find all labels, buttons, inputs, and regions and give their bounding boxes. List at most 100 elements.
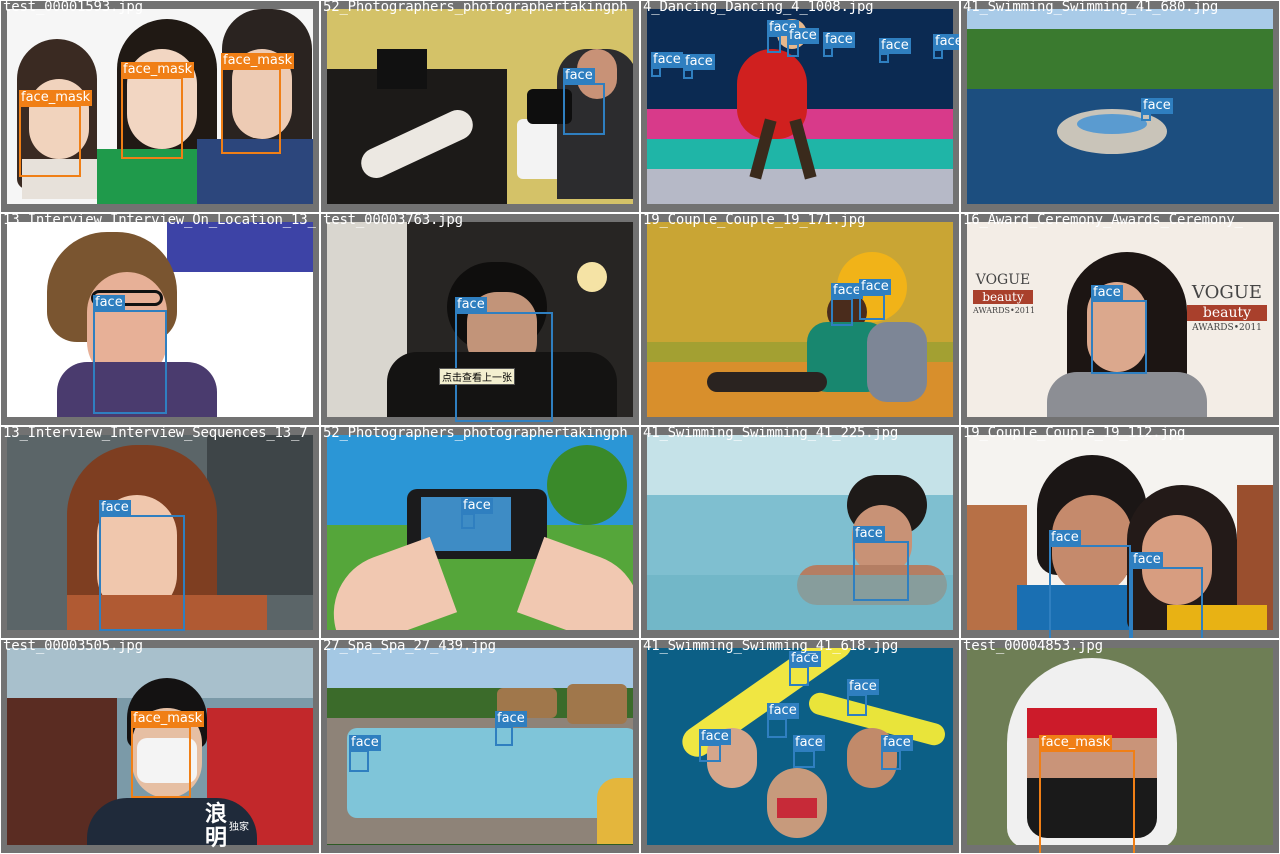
image-filename: test_00001593.jpg [3, 0, 143, 15]
image-filename: 13_Interview_Interview_On_Location_13_ [3, 213, 316, 228]
box-label: face [793, 735, 825, 751]
image-tile: 27_Spa_Spa_27_439.jpg face face [320, 639, 640, 854]
face-box: face [99, 500, 185, 631]
image-tile: 41_Swimming_Swimming_41_225.jpg face [640, 426, 960, 639]
box-label: face [859, 279, 891, 295]
image-filename: 52_Photographers_photographertakingph [323, 426, 628, 441]
image-filename: 52_Photographers_photographertakingph [323, 0, 628, 15]
image-tile: 13_Interview_Interview_Sequences_13_7 fa… [0, 426, 320, 639]
face-box: face [767, 20, 799, 53]
box-label: face_mask [121, 62, 195, 78]
image-tile: 52_Photographers_photographertakingph fa… [320, 426, 640, 639]
image-filename: 27_Spa_Spa_27_439.jpg [323, 639, 496, 654]
box-label: face [847, 679, 879, 695]
box-label: face [1141, 98, 1173, 114]
watermark-logo: 明 [205, 826, 228, 851]
face-box: face [683, 54, 715, 79]
box-label: face [495, 711, 527, 727]
image-filename: 19_Couple_Couple_19_171.jpg [643, 213, 866, 228]
image-tile: VOGUE beauty AWARDS•2011 VOGUE beauty AW… [960, 213, 1280, 426]
backdrop-logo: VOGUE beauty AWARDS•2011 [1187, 282, 1267, 333]
face-box: face [1141, 98, 1173, 121]
box-label: face [651, 52, 683, 68]
image-tile: test_00001593.jpg face_mask face_mask fa… [0, 0, 320, 213]
watermark-logo: 独家 [229, 822, 249, 833]
box-label: face [933, 34, 959, 50]
face-box: face [787, 28, 819, 57]
box-label: face [823, 32, 855, 48]
box-label: face_mask [131, 711, 205, 727]
box-label: face [1091, 285, 1123, 301]
box-label: face [349, 735, 381, 751]
face-box: face [793, 735, 825, 768]
box-label: face_mask [19, 90, 93, 106]
image-tile: test_00003763.jpg 点击查看上一张 face [320, 213, 640, 426]
image-grid: test_00001593.jpg face_mask face_mask fa… [0, 0, 1280, 854]
box-label: face [881, 735, 913, 751]
box-label: face [699, 729, 731, 745]
box-label: face [563, 68, 595, 84]
face-box: face [789, 651, 821, 686]
box-label: face [1049, 530, 1081, 546]
box-label: face [683, 54, 715, 70]
face-box: face [1049, 530, 1131, 638]
face-box: face [1131, 552, 1203, 638]
box-label: face [93, 295, 125, 311]
face-box: face [651, 52, 683, 77]
face-box: face [699, 729, 731, 762]
face-box: face [349, 735, 381, 772]
image-tile: test_00004853.jpg face_mask [960, 639, 1280, 854]
box-label: face [455, 297, 487, 313]
box-label: face [99, 500, 131, 516]
box-label: face [787, 28, 819, 44]
face-box: face [495, 711, 527, 746]
face-box: face [823, 32, 855, 57]
face-box: face [859, 279, 891, 320]
image-filename: test_00004853.jpg [963, 639, 1103, 654]
image-filename: 41_Swimming_Swimming_41_225.jpg [643, 426, 899, 441]
face-mask-box: face_mask [121, 62, 195, 159]
face-box: face [853, 526, 909, 601]
face-mask-box: face_mask [131, 711, 205, 798]
image-filename: test_00003763.jpg [323, 213, 463, 228]
face-box: face [455, 297, 553, 422]
image-tile: test_00003505.jpg 浪 明 独家 face_mask [0, 639, 320, 854]
photo [647, 222, 953, 417]
image-filename: test_00003505.jpg [3, 639, 143, 654]
box-label: face_mask [221, 53, 295, 69]
image-filename: 19_Couple_Couple_19_112.jpg [963, 426, 1186, 441]
box-label: face [1131, 552, 1163, 568]
box-label: face [853, 526, 885, 542]
image-filename: 41_Swimming_Swimming_41_618.jpg [643, 639, 899, 654]
face-mask-box: face_mask [221, 53, 295, 154]
image-tile: 52_Photographers_photographertakingph fa… [320, 0, 640, 213]
image-filename: 41_Swimming_Swimming_41_680.jpg [963, 0, 1219, 15]
face-box: face [1091, 285, 1147, 374]
face-box: face [461, 498, 493, 529]
image-filename: 13_Interview_Interview_Sequences_13_7 [3, 426, 308, 441]
face-box: face [563, 68, 605, 135]
photo [967, 9, 1273, 204]
box-label: face [879, 38, 911, 54]
image-filename: 16_Award_Ceremony_Awards_Ceremony_ [963, 213, 1243, 228]
box-label: face [767, 703, 799, 719]
overlay-caption: 点击查看上一张 [439, 368, 515, 385]
image-tile: 19_Couple_Couple_19_112.jpg face face [960, 426, 1280, 639]
face-box: face [767, 703, 799, 738]
face-box: face [881, 735, 913, 770]
backdrop-logo: VOGUE beauty AWARDS•2011 [973, 272, 1036, 315]
image-tile: 4_Dancing_Dancing_4_1008.jpg face face f… [640, 0, 960, 213]
face-box: face [847, 679, 879, 716]
image-tile: 41_Swimming_Swimming_41_680.jpg face [960, 0, 1280, 213]
face-box: face [831, 283, 863, 326]
box-label: face [831, 283, 863, 299]
image-tile: 13_Interview_Interview_On_Location_13_ f… [0, 213, 320, 426]
face-box: face [93, 295, 167, 414]
face-box: face [879, 38, 911, 63]
photo [327, 435, 633, 630]
face-mask-box: face_mask [1039, 735, 1135, 853]
image-tile: 41_Swimming_Swimming_41_618.jpg face fac… [640, 639, 960, 854]
face-box: face [933, 34, 959, 59]
image-filename: 4_Dancing_Dancing_4_1008.jpg [643, 0, 874, 15]
box-label: face_mask [1039, 735, 1113, 751]
